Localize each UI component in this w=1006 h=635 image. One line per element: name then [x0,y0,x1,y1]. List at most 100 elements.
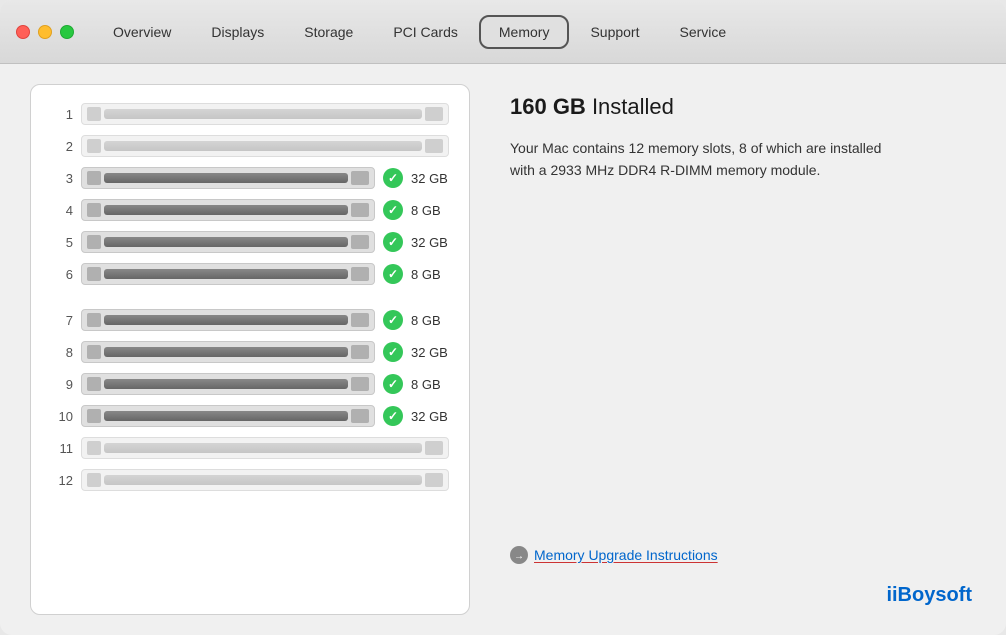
slot-end-10 [351,409,369,423]
main-window: Overview Displays Storage PCI Cards Memo… [0,0,1006,635]
slot-bar-9 [81,373,375,395]
slot-row-1: 1 [51,103,449,125]
slot-end-12 [425,473,443,487]
slot-number-12: 12 [51,473,73,488]
slot-notch-1 [87,107,101,121]
memory-slots-panel: 1 2 3 [30,84,470,615]
check-icon-5: ✓ [383,232,403,252]
slot-bar-11 [81,437,449,459]
slot-bar-4 [81,199,375,221]
slot-row-7: 7 ✓ 8 GB [51,309,449,331]
check-icon-7: ✓ [383,310,403,330]
slot-group-spacer [51,295,449,309]
check-icon-3: ✓ [383,168,403,188]
slot-notch-11 [87,441,101,455]
slot-size-4: 8 GB [411,203,449,218]
close-button[interactable] [16,25,30,39]
slot-bar-3 [81,167,375,189]
tab-service[interactable]: Service [661,16,746,48]
slot-notch-5 [87,235,101,249]
slot-notch-9 [87,377,101,391]
slot-fill-11 [104,443,422,453]
slot-bar-8 [81,341,375,363]
slot-row-10: 10 ✓ 32 GB [51,405,449,427]
tab-storage[interactable]: Storage [285,16,372,48]
slot-bar-5 [81,231,375,253]
slot-end-8 [351,345,369,359]
tab-overview[interactable]: Overview [94,16,190,48]
slot-row-4: 4 ✓ 8 GB [51,199,449,221]
slot-size-6: 8 GB [411,267,449,282]
slot-size-9: 8 GB [411,377,449,392]
slot-fill-4 [104,205,348,215]
slot-number-3: 3 [51,171,73,186]
slot-end-7 [351,313,369,327]
slot-bar-7 [81,309,375,331]
slot-number-6: 6 [51,267,73,282]
slot-row-11: 11 [51,437,449,459]
slot-end-6 [351,267,369,281]
slot-number-10: 10 [51,409,73,424]
check-icon-4: ✓ [383,200,403,220]
slot-end-1 [425,107,443,121]
slot-size-8: 32 GB [411,345,449,360]
slot-number-2: 2 [51,139,73,154]
slot-notch-4 [87,203,101,217]
tab-memory[interactable]: Memory [479,15,570,49]
slot-number-1: 1 [51,107,73,122]
upgrade-link[interactable]: → Memory Upgrade Instructions [510,546,976,564]
iboysoft-brand: iiBoysoft [886,584,972,606]
slot-fill-3 [104,173,348,183]
slot-end-4 [351,203,369,217]
slot-size-7: 8 GB [411,313,449,328]
check-icon-6: ✓ [383,264,403,284]
slot-fill-1 [104,109,422,119]
content-area: 1 2 3 [0,64,1006,635]
upgrade-link-text[interactable]: Memory Upgrade Instructions [534,547,718,563]
slot-size-10: 32 GB [411,409,449,424]
slot-notch-6 [87,267,101,281]
slot-row-5: 5 ✓ 32 GB [51,231,449,253]
minimize-button[interactable] [38,25,52,39]
traffic-lights [16,25,74,39]
slot-number-8: 8 [51,345,73,360]
tab-bar: Overview Displays Storage PCI Cards Memo… [94,15,745,49]
slot-end-2 [425,139,443,153]
slot-number-7: 7 [51,313,73,328]
slot-bar-6 [81,263,375,285]
tab-support[interactable]: Support [571,16,658,48]
maximize-button[interactable] [60,25,74,39]
slot-row-3: 3 ✓ 32 GB [51,167,449,189]
title-bar: Overview Displays Storage PCI Cards Memo… [0,0,1006,64]
slot-fill-9 [104,379,348,389]
slot-bar-12 [81,469,449,491]
tab-displays[interactable]: Displays [192,16,283,48]
slot-row-2: 2 [51,135,449,157]
memory-info-panel: 160 GB Installed Your Mac contains 12 me… [500,84,976,615]
memory-description: Your Mac contains 12 memory slots, 8 of … [510,138,900,181]
slot-end-9 [351,377,369,391]
slot-fill-12 [104,475,422,485]
slot-end-5 [351,235,369,249]
slot-row-9: 9 ✓ 8 GB [51,373,449,395]
slot-notch-10 [87,409,101,423]
slot-size-3: 32 GB [411,171,449,186]
slot-size-5: 32 GB [411,235,449,250]
slot-bar-2 [81,135,449,157]
slot-number-5: 5 [51,235,73,250]
slot-row-12: 12 [51,469,449,491]
slot-notch-2 [87,139,101,153]
upgrade-link-icon: → [510,546,528,564]
slot-fill-5 [104,237,348,247]
slot-bar-10 [81,405,375,427]
slot-number-11: 11 [51,441,73,456]
slot-fill-8 [104,347,348,357]
installed-suffix: Installed [586,94,674,119]
slot-fill-10 [104,411,348,421]
slot-number-4: 4 [51,203,73,218]
installed-amount: 160 GB [510,94,586,119]
slot-fill-2 [104,141,422,151]
installed-title: 160 GB Installed [510,94,976,120]
tab-pci-cards[interactable]: PCI Cards [374,16,477,48]
slot-fill-6 [104,269,348,279]
